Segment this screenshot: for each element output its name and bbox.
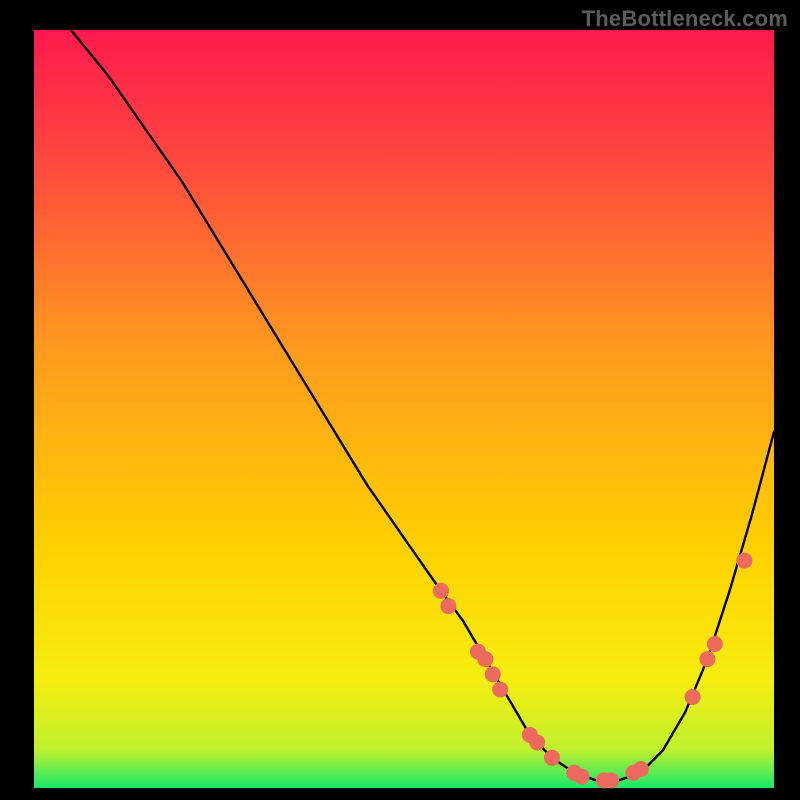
highlight-point: [574, 769, 590, 785]
highlight-point: [736, 553, 752, 569]
chart-container: TheBottleneck.com: [0, 0, 800, 800]
highlight-point: [633, 761, 649, 777]
highlight-point: [544, 750, 560, 766]
plot-area: [34, 30, 774, 788]
highlight-point: [685, 689, 701, 705]
highlight-point: [529, 735, 545, 751]
highlight-point: [433, 583, 449, 599]
bottleneck-chart: [0, 0, 800, 800]
highlight-point: [440, 598, 456, 614]
highlight-point: [477, 651, 493, 667]
watermark-text: TheBottleneck.com: [582, 6, 788, 32]
highlight-point: [699, 651, 715, 667]
highlight-point: [603, 772, 619, 788]
highlight-point: [485, 666, 501, 682]
highlight-point: [707, 636, 723, 652]
highlight-point: [492, 682, 508, 698]
